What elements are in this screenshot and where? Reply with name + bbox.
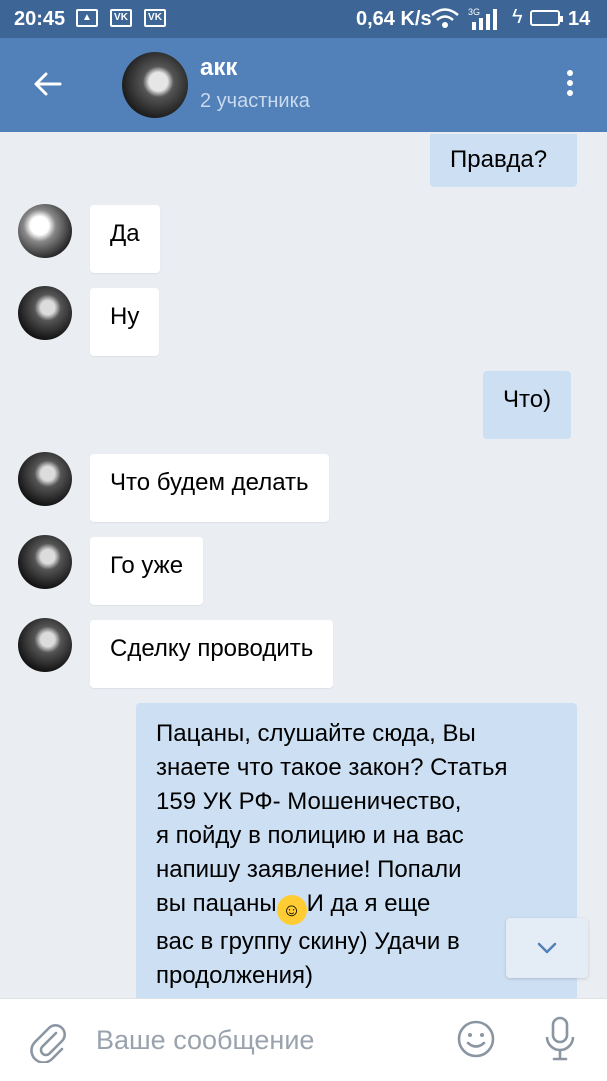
message-outgoing[interactable]: Правда?: [430, 134, 577, 187]
message-incoming[interactable]: Сделку проводить: [90, 620, 334, 688]
chevron-down-icon: [537, 942, 557, 954]
vk-notification-icon: VK: [144, 9, 166, 27]
chat-avatar[interactable]: [122, 52, 188, 118]
sender-avatar[interactable]: [18, 286, 72, 340]
network-type-label: 3G: [468, 7, 480, 17]
message-text: Ну: [110, 303, 140, 330]
microphone-icon[interactable]: [542, 1015, 578, 1063]
chat-header: акк 2 участника: [0, 38, 607, 132]
battery-percent: 14: [568, 8, 591, 30]
sender-avatar[interactable]: [18, 618, 72, 672]
emoji-smile-icon[interactable]: [456, 1019, 496, 1059]
chat-title[interactable]: акк: [200, 54, 237, 82]
message-text: Да: [110, 220, 140, 247]
back-arrow-icon[interactable]: [28, 64, 68, 104]
status-bar: 20:45 ▲ VK VK 0,64 K/s 3G ϟ 14: [0, 0, 607, 38]
battery-icon: [530, 10, 563, 26]
message-outgoing[interactable]: Что): [483, 371, 572, 439]
more-options-icon[interactable]: [560, 66, 580, 106]
message-text: Что): [503, 386, 552, 413]
sender-avatar[interactable]: [18, 535, 72, 589]
message-text: Сделку проводить: [110, 635, 314, 662]
wifi-icon: [431, 8, 459, 28]
rolling-laughing-emoji-icon: ☺: [276, 895, 307, 925]
message-text: Правда?: [450, 146, 548, 173]
message-incoming[interactable]: Что будем делать: [90, 454, 329, 522]
signal-icon: 3G: [468, 7, 497, 30]
status-time: 20:45: [14, 8, 66, 30]
message-text: Пацаны, слушайте сюда, Вы знаете что так…: [156, 720, 508, 989]
charging-icon: ϟ: [512, 6, 523, 28]
vk-notification-icon: VK: [110, 9, 132, 27]
network-speed: 0,64 K/s: [356, 8, 432, 30]
gallery-notification-icon: ▲: [76, 9, 98, 27]
chat-participants: 2 участника: [200, 90, 310, 112]
message-incoming[interactable]: Го уже: [90, 537, 204, 605]
message-incoming[interactable]: Ну: [90, 288, 160, 356]
message-incoming[interactable]: Да: [90, 205, 160, 273]
message-text: Го уже: [110, 552, 184, 579]
sender-avatar[interactable]: [18, 204, 72, 258]
scroll-to-bottom-button[interactable]: [506, 918, 588, 978]
message-input[interactable]: Ваше сообщение: [96, 1025, 314, 1056]
message-composer: Ваше сообщение: [0, 998, 607, 1081]
paperclip-icon[interactable]: [26, 1019, 70, 1063]
sender-avatar[interactable]: [18, 452, 72, 506]
message-text: Что будем делать: [110, 469, 309, 496]
